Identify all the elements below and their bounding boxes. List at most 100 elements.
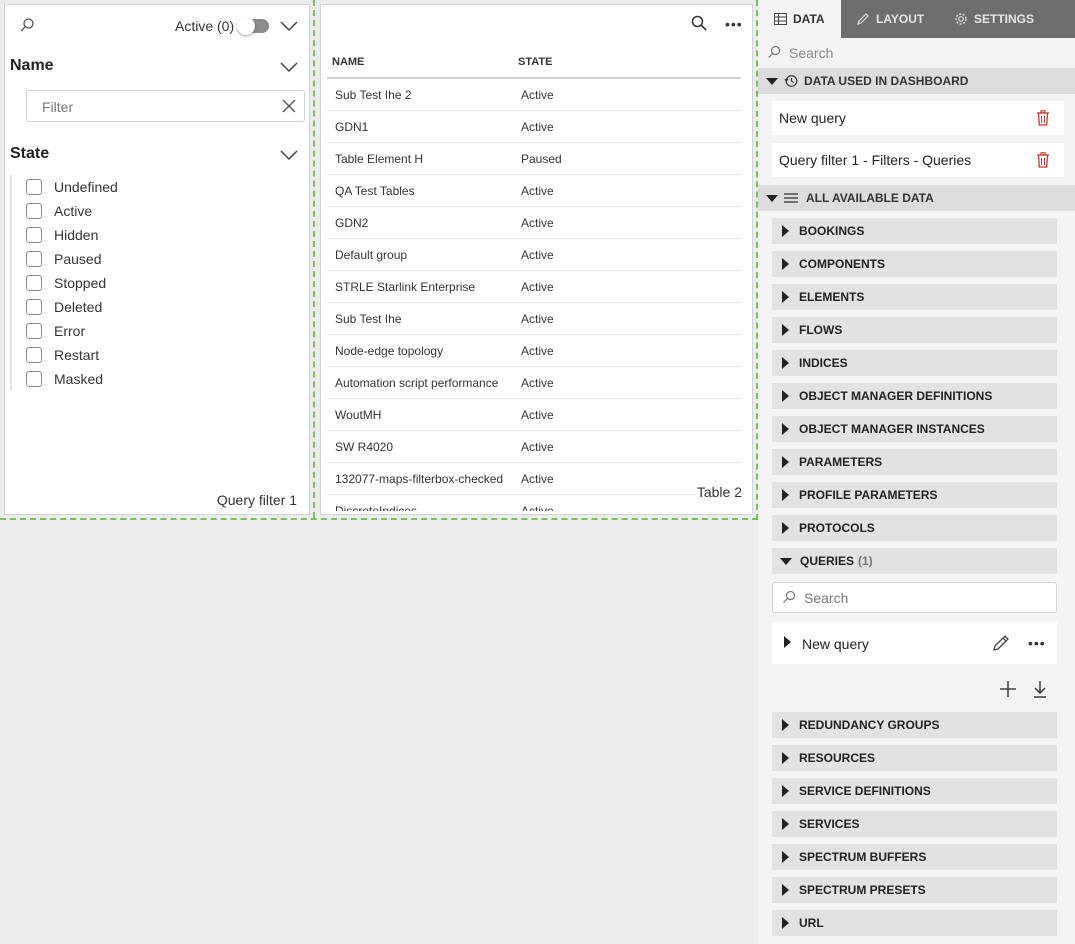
cell-state: Active	[521, 88, 554, 102]
trash-icon[interactable]	[1036, 152, 1050, 168]
category-label: REDUNDANCY GROUPS	[799, 718, 940, 732]
data-used-item-label: New query	[779, 110, 846, 126]
query-item[interactable]: New query •••	[772, 622, 1057, 664]
column-header-name[interactable]: NAME	[332, 56, 364, 68]
table-row[interactable]: GDN1 Active	[327, 111, 741, 143]
category-elements[interactable]: ELEMENTS	[772, 284, 1057, 310]
table-row[interactable]: QA Test Tables Active	[327, 175, 741, 207]
table-row[interactable]: Node-edge topology Active	[327, 335, 741, 367]
tab-settings-label: SETTINGS	[974, 12, 1035, 26]
table-row[interactable]: SW R4020 Active	[327, 431, 741, 463]
category-resources[interactable]: RESOURCES	[772, 745, 1057, 771]
checkbox[interactable]	[26, 275, 42, 291]
expand-icon[interactable]	[784, 636, 791, 648]
state-option-paused[interactable]: Paused	[26, 247, 118, 271]
edit-icon[interactable]	[992, 634, 1010, 652]
panel-search-input[interactable]: Search	[758, 38, 1075, 68]
category-components[interactable]: COMPONENTS	[772, 251, 1057, 277]
expand-icon	[782, 752, 789, 764]
category-profile-parameters[interactable]: PROFILE PARAMETERS	[772, 482, 1057, 508]
state-option-stopped[interactable]: Stopped	[26, 271, 118, 295]
state-option-deleted[interactable]: Deleted	[26, 295, 118, 319]
table-row[interactable]: Sub Test Ihe 2 Active	[327, 79, 741, 111]
checkbox[interactable]	[26, 179, 42, 195]
more-options-icon[interactable]: •••	[725, 17, 743, 31]
expand-icon	[782, 522, 789, 534]
trash-icon[interactable]	[1036, 110, 1050, 126]
state-option-error[interactable]: Error	[26, 319, 118, 343]
tab-layout[interactable]: LAYOUT	[856, 0, 924, 38]
cell-state: Active	[521, 248, 554, 262]
category-indices[interactable]: INDICES	[772, 350, 1057, 376]
expand-icon	[782, 884, 789, 896]
download-icon[interactable]	[1033, 680, 1047, 698]
category-services[interactable]: SERVICES	[772, 811, 1057, 837]
data-used-header[interactable]: DATA USED IN DASHBOARD	[758, 68, 1075, 94]
all-data-header[interactable]: ALL AVAILABLE DATA	[758, 185, 1075, 211]
column-header-state[interactable]: STATE	[518, 56, 552, 68]
checkbox[interactable]	[26, 227, 42, 243]
name-filter-input[interactable]: Filter	[26, 90, 305, 122]
category-bookings[interactable]: BOOKINGS	[772, 218, 1057, 244]
state-option-masked[interactable]: Masked	[26, 367, 118, 391]
table-row[interactable]: 132077-maps-filterbox-checked Active	[327, 463, 741, 495]
category-label: RESOURCES	[799, 751, 876, 765]
state-option-undefined[interactable]: Undefined	[26, 175, 118, 199]
chevron-down-icon[interactable]	[280, 61, 298, 73]
cell-state: Active	[521, 376, 554, 390]
checkbox[interactable]	[26, 251, 42, 267]
table-row[interactable]: Default group Active	[327, 239, 741, 271]
chevron-down-icon[interactable]	[280, 20, 298, 32]
table-row[interactable]: WoutMH Active	[327, 399, 741, 431]
active-toggle[interactable]	[237, 17, 269, 35]
category-flows[interactable]: FLOWS	[772, 317, 1057, 343]
checkbox[interactable]	[26, 299, 42, 315]
checkbox[interactable]	[26, 323, 42, 339]
table-widget[interactable]: ••• NAME STATE Sub Test Ihe 2 Active GDN1 A…	[320, 4, 753, 515]
category-label: COMPONENTS	[799, 257, 886, 271]
state-option-restart[interactable]: Restart	[26, 343, 118, 367]
queries-search-input[interactable]: Search	[772, 582, 1057, 613]
table-row[interactable]: Automation script performance Active	[327, 367, 741, 399]
search-placeholder: Search	[804, 590, 849, 606]
table-row[interactable]: STRLE Starlink Enterprise Active	[327, 271, 741, 303]
add-query-icon[interactable]	[999, 680, 1017, 698]
tab-settings[interactable]: SETTINGS	[954, 0, 1034, 38]
more-options-icon[interactable]: •••	[1028, 636, 1046, 650]
search-icon[interactable]	[691, 15, 707, 31]
search-icon[interactable]	[19, 17, 35, 33]
category-label: ELEMENTS	[799, 290, 865, 304]
category-protocols[interactable]: PROTOCOLS	[772, 515, 1057, 541]
all-data-header-label: ALL AVAILABLE DATA	[806, 191, 934, 205]
state-option-label: Active	[54, 203, 93, 219]
table-row[interactable]: DiscreteIndices Active	[327, 495, 741, 511]
checkbox[interactable]	[26, 203, 42, 219]
category-url[interactable]: URL	[772, 910, 1057, 936]
state-option-active[interactable]: Active	[26, 199, 118, 223]
chevron-down-icon[interactable]	[280, 149, 298, 161]
category-parameters[interactable]: PARAMETERS	[772, 449, 1057, 475]
checkbox[interactable]	[26, 371, 42, 387]
dashboard-canvas: Active (0) Name Filter State Undefined Ac…	[0, 0, 758, 520]
toggle-knob	[237, 17, 255, 35]
checkbox[interactable]	[26, 347, 42, 363]
category-object-manager-definitions[interactable]: OBJECT MANAGER DEFINITIONS	[772, 383, 1057, 409]
category-service-definitions[interactable]: SERVICE DEFINITIONS	[772, 778, 1057, 804]
category-spectrum-buffers[interactable]: SPECTRUM BUFFERS	[772, 844, 1057, 870]
table-row[interactable]: Sub Test Ihe Active	[327, 303, 741, 335]
close-icon[interactable]	[282, 99, 296, 113]
category-redundancy-groups[interactable]: REDUNDANCY GROUPS	[772, 712, 1057, 738]
data-used-item[interactable]: Query filter 1 - Filters - Queries	[772, 143, 1064, 177]
data-used-item[interactable]: New query	[772, 101, 1064, 135]
cell-state: Active	[521, 504, 554, 511]
tab-data[interactable]: DATA	[758, 0, 841, 38]
state-option-hidden[interactable]: Hidden	[26, 223, 118, 247]
expand-icon	[782, 917, 789, 929]
category-queries[interactable]: QUERIES (1)	[772, 548, 1057, 574]
table-row[interactable]: Table Element H Paused	[327, 143, 741, 175]
category-object-manager-instances[interactable]: OBJECT MANAGER INSTANCES	[772, 416, 1057, 442]
category-spectrum-presets[interactable]: SPECTRUM PRESETS	[772, 877, 1057, 903]
query-filter-widget[interactable]: Active (0) Name Filter State Undefined Ac…	[4, 4, 310, 515]
table-row[interactable]: GDN2 Active	[327, 207, 741, 239]
state-option-label: Restart	[54, 347, 100, 363]
